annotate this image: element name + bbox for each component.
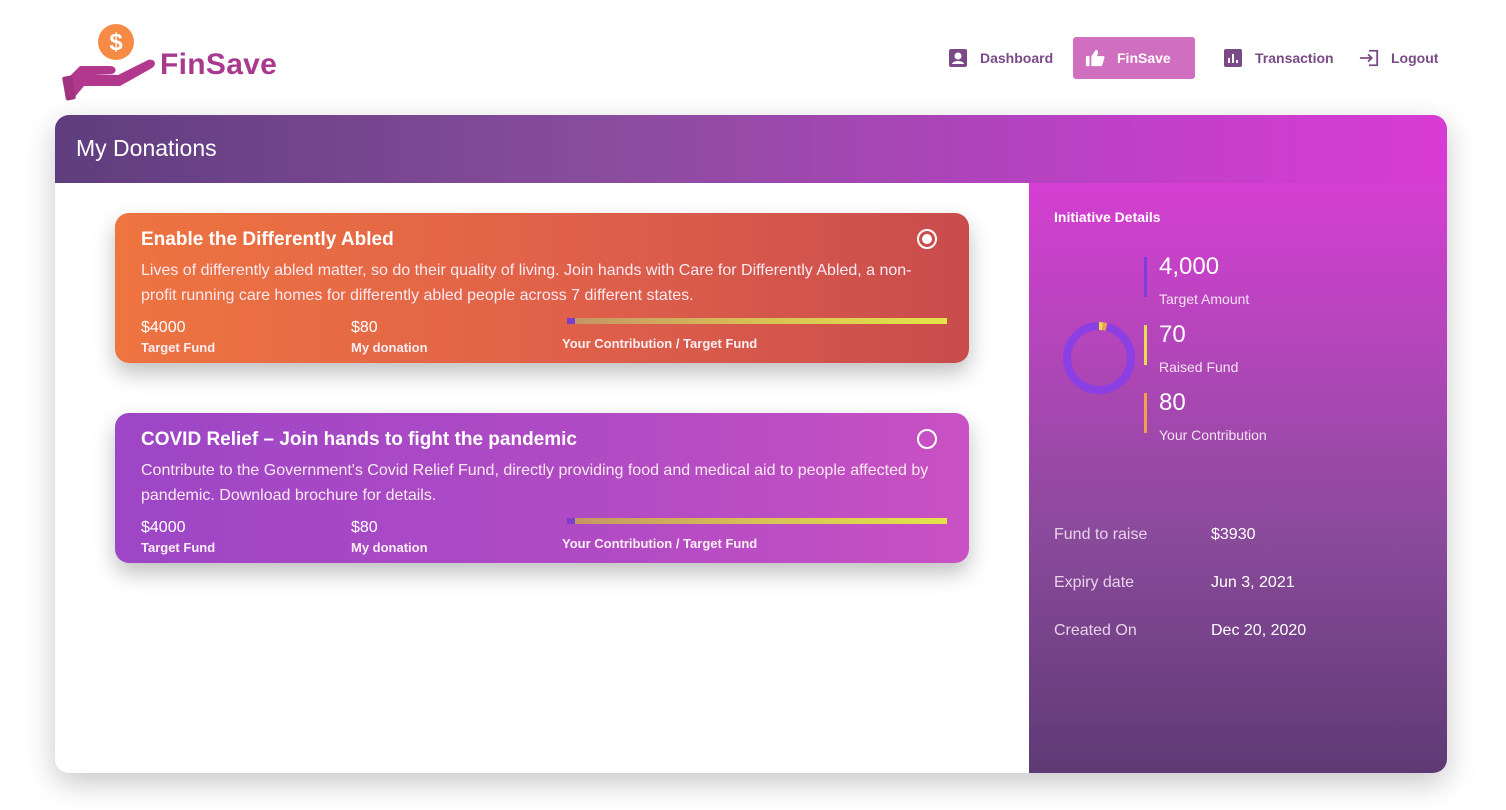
brand-name: FinSave	[160, 48, 278, 81]
contribution-progress-fill	[567, 518, 575, 524]
svg-text:$: $	[109, 29, 123, 56]
detail-key: Created On	[1054, 622, 1137, 639]
thumbs-up-icon	[1085, 48, 1105, 68]
donation-title: Enable the Differently Abled	[141, 229, 394, 250]
target-fund-label: Target Fund	[141, 340, 216, 355]
fund-donut-chart	[1063, 322, 1135, 394]
your-contribution-label: Your Contribution	[1159, 427, 1267, 443]
nav-transaction[interactable]: Transaction	[1213, 37, 1344, 79]
account-box-icon	[948, 48, 968, 68]
nav-dashboard[interactable]: Dashboard	[938, 37, 1063, 79]
donation-list: Enable the Differently Abled Lives of di…	[55, 183, 1029, 773]
contribution-progress-bar	[567, 318, 947, 324]
metric-marker	[1144, 393, 1147, 433]
nav-dashboard-label: Dashboard	[980, 50, 1054, 66]
contribution-progress-bar	[567, 518, 947, 524]
initiative-details-panel: Initiative Details 4,000 Target Amount 7…	[1029, 183, 1447, 773]
nav-finsave[interactable]: FinSave	[1073, 37, 1195, 79]
raised-fund-label: Raised Fund	[1159, 359, 1239, 375]
donut-track	[1063, 322, 1135, 394]
nav-transaction-label: Transaction	[1255, 50, 1334, 66]
select-radio[interactable]	[917, 229, 937, 249]
donations-panel: My Donations Enable the Differently Able…	[55, 115, 1447, 773]
target-fund-value: $4000	[141, 519, 186, 536]
page-title: My Donations	[76, 135, 217, 161]
initiative-details-title: Initiative Details	[1054, 209, 1161, 225]
metric-marker	[1144, 257, 1147, 297]
finsave-logo[interactable]: $ FinSave	[62, 20, 292, 104]
contribution-progress-label: Your Contribution / Target Fund	[562, 336, 758, 351]
target-fund-value: $4000	[141, 319, 186, 336]
logout-icon	[1359, 48, 1379, 68]
hand-coin-icon: $	[62, 24, 155, 101]
nav-logout-label: Logout	[1391, 50, 1439, 66]
target-amount-label: Target Amount	[1159, 291, 1250, 307]
detail-value: Jun 3, 2021	[1211, 574, 1295, 591]
target-fund-stat: $4000 Target Fund	[141, 519, 215, 555]
my-donation-value: $80	[351, 319, 378, 336]
detail-key: Fund to raise	[1054, 526, 1148, 543]
top-bar: $ FinSave Dashboard FinSave Transaction …	[0, 0, 1506, 110]
donation-card[interactable]: COVID Relief – Join hands to fight the p…	[115, 413, 969, 563]
nav-logout[interactable]: Logout	[1349, 37, 1448, 79]
target-fund-label: Target Fund	[141, 540, 216, 555]
nav-finsave-label: FinSave	[1117, 50, 1171, 66]
contribution-progress-fill	[567, 318, 575, 324]
target-fund-stat: $4000 Target Fund	[141, 319, 215, 355]
my-donation-value: $80	[351, 519, 378, 536]
my-donation-label: My donation	[351, 340, 428, 355]
metric-marker	[1144, 325, 1147, 365]
my-donation-label: My donation	[351, 540, 428, 555]
donation-description: Contribute to the Government's Covid Rel…	[141, 462, 929, 504]
bar-chart-icon	[1223, 48, 1243, 68]
your-contribution-value: 80	[1159, 389, 1186, 416]
target-amount-value: 4,000	[1159, 253, 1220, 280]
donation-description: Lives of differently abled matter, so do…	[141, 262, 912, 304]
panel-header: My Donations	[55, 115, 1447, 183]
donation-card[interactable]: Enable the Differently Abled Lives of di…	[115, 213, 969, 363]
my-donation-stat: $80 My donation	[351, 319, 428, 355]
detail-key: Expiry date	[1054, 574, 1135, 591]
detail-value: $3930	[1211, 526, 1256, 543]
contribution-progress-label: Your Contribution / Target Fund	[562, 536, 758, 551]
detail-value: Dec 20, 2020	[1211, 622, 1307, 639]
select-radio[interactable]	[917, 429, 937, 449]
donation-title: COVID Relief – Join hands to fight the p…	[141, 429, 577, 450]
my-donation-stat: $80 My donation	[351, 519, 428, 555]
raised-fund-value: 70	[1159, 321, 1186, 348]
